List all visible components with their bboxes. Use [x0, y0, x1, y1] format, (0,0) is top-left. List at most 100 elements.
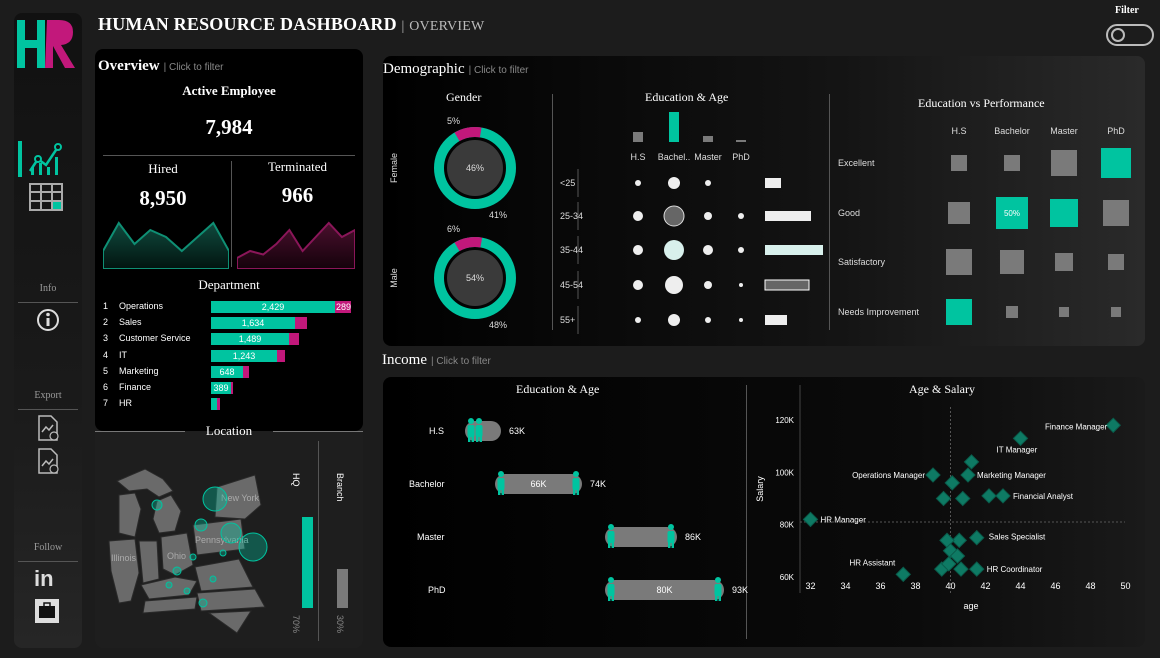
- edu-age-bubble: [635, 180, 641, 186]
- age-group-label: <25: [560, 178, 575, 188]
- dept-terminated-bar[interactable]: [289, 333, 299, 346]
- scatter-point-label: HR Assistant: [849, 558, 896, 567]
- info-label: Info: [39, 283, 57, 294]
- dept-active-value: 1,634: [241, 318, 265, 329]
- scatter-point: [963, 454, 980, 470]
- age-group-label: 45-54: [560, 280, 583, 290]
- donut-center-value: 54%: [466, 273, 484, 283]
- linkedin-icon[interactable]: in: [34, 566, 54, 592]
- perf-cell: [951, 155, 967, 171]
- income-min-value: 66K: [530, 479, 546, 489]
- age-group-label: 35-44: [560, 245, 583, 255]
- perf-cell: [946, 299, 972, 325]
- dept-terminated-bar[interactable]: [295, 317, 307, 330]
- dept-terminated-bar[interactable]: [231, 382, 233, 394]
- age-total-bar: [765, 211, 811, 221]
- portfolio-icon[interactable]: [34, 598, 60, 624]
- income-panel[interactable]: Education & Age Age & Salary H.S 63K Bache…: [383, 377, 1145, 647]
- perf-cell: [1055, 253, 1073, 271]
- terminated-area: [237, 221, 355, 269]
- line-chart-icon[interactable]: [28, 141, 64, 177]
- export-pdf-icon[interactable]: [36, 415, 60, 441]
- dept-name: HR: [119, 398, 132, 409]
- dashboard-title: HUMAN RESOURCE DASHBOARD | OVERVIEW: [98, 14, 484, 35]
- gender-label: Female: [389, 153, 399, 183]
- income-max-value: 86K: [685, 532, 701, 542]
- scatter-point: [1105, 417, 1122, 434]
- scatter-point: [895, 566, 912, 583]
- location-marker: [151, 499, 163, 511]
- perf-row-label: Good: [838, 208, 860, 218]
- overview-panel[interactable]: Overview | Click to filter Active Employ…: [95, 49, 363, 431]
- dept-terminated-bar[interactable]: [217, 398, 220, 411]
- toggle-knob: [1111, 28, 1125, 42]
- location-marker: [194, 518, 208, 532]
- edu-level-label: H.S: [630, 152, 645, 162]
- indiana-shape: [138, 540, 160, 584]
- active-employee-value: 7,984: [205, 115, 253, 139]
- location-marker: [189, 553, 197, 561]
- edu-age-bubble: [635, 317, 641, 323]
- dept-terminated-bar[interactable]: [243, 365, 249, 378]
- perf-row-label: Satisfactory: [838, 257, 886, 267]
- perf-cell: [1051, 150, 1077, 176]
- dept-active-value: 648: [219, 366, 235, 377]
- hired-label: Hired: [148, 161, 178, 176]
- edu-level-label: PhD: [732, 152, 750, 162]
- perf-cell: [1101, 148, 1131, 178]
- gender-label: Male: [389, 268, 399, 288]
- dept-active-value: 1,243: [232, 350, 256, 361]
- info-icon[interactable]: [36, 308, 60, 332]
- dept-active-value: 389: [213, 383, 229, 393]
- hr-logo[interactable]: [17, 18, 77, 70]
- income-range-bar: [605, 527, 677, 547]
- follow-label: Follow: [33, 542, 63, 553]
- perf-cell: [1111, 307, 1121, 317]
- table-grid-icon[interactable]: [29, 183, 63, 211]
- tennessee-shape: [142, 596, 198, 614]
- perf-cell: [1006, 306, 1018, 318]
- dept-rank: 6: [103, 382, 109, 392]
- edu-age-bubble: [738, 213, 744, 219]
- perf-col-label: PhD: [1107, 126, 1125, 136]
- perf-highlight-value: 50%: [1004, 209, 1020, 218]
- edu-age-bubble: [633, 211, 643, 221]
- donut-magenta-value: 5%: [447, 116, 460, 126]
- edu-age-bubble: [705, 180, 711, 186]
- demographic-panel[interactable]: Demographic | Click to filter Gender Edu…: [383, 56, 1145, 346]
- perf-col-label: Master: [1050, 126, 1078, 136]
- income-min-value: 80K: [656, 585, 672, 595]
- filter-toggle[interactable]: [1106, 24, 1154, 46]
- scatter-point: [925, 467, 941, 483]
- scatter-point-label: Finance Manager: [1045, 422, 1108, 431]
- dept-terminated-bar[interactable]: [277, 349, 285, 362]
- income-dumbbell-chart: H.S 63K Bachelor 66K 74K Master 86K PhD 80K 93K: [409, 418, 748, 601]
- location-panel[interactable]: Location Illinois Ohio Pennsylvania New …: [95, 423, 363, 648]
- location-marker: [165, 581, 173, 589]
- location-map[interactable]: Illinois Ohio Pennsylvania New York: [105, 461, 285, 641]
- edu-count-bar: [669, 112, 679, 142]
- perf-col-label: H.S: [951, 126, 966, 136]
- export-label: Export: [34, 390, 62, 401]
- terminated-label: Terminated: [267, 159, 327, 174]
- income-max-value: 74K: [590, 479, 606, 489]
- income-edu-label: Master: [417, 532, 445, 542]
- title-separator: |: [401, 19, 405, 34]
- perf-row-label: Excellent: [838, 158, 875, 168]
- hq-bar[interactable]: [302, 517, 313, 608]
- age-total-bar: [765, 315, 787, 325]
- scatter-point: [968, 561, 985, 577]
- edu-age-bubble: [668, 177, 680, 189]
- income-edu-label: H.S: [429, 426, 444, 436]
- y-tick-label: 100K: [775, 468, 794, 477]
- income-edu-label: PhD: [428, 585, 446, 595]
- hq-pct: 70%: [291, 615, 301, 634]
- x-tick-label: 44: [1015, 581, 1025, 591]
- michigan-shape: [116, 468, 174, 498]
- export-image-icon[interactable]: [36, 448, 60, 474]
- dept-name: IT: [119, 349, 127, 360]
- branch-bar[interactable]: [337, 569, 348, 608]
- donut-magenta-value: 6%: [447, 224, 460, 234]
- hired-trend-chart: [103, 221, 229, 269]
- wisconsin-shape: [118, 492, 142, 538]
